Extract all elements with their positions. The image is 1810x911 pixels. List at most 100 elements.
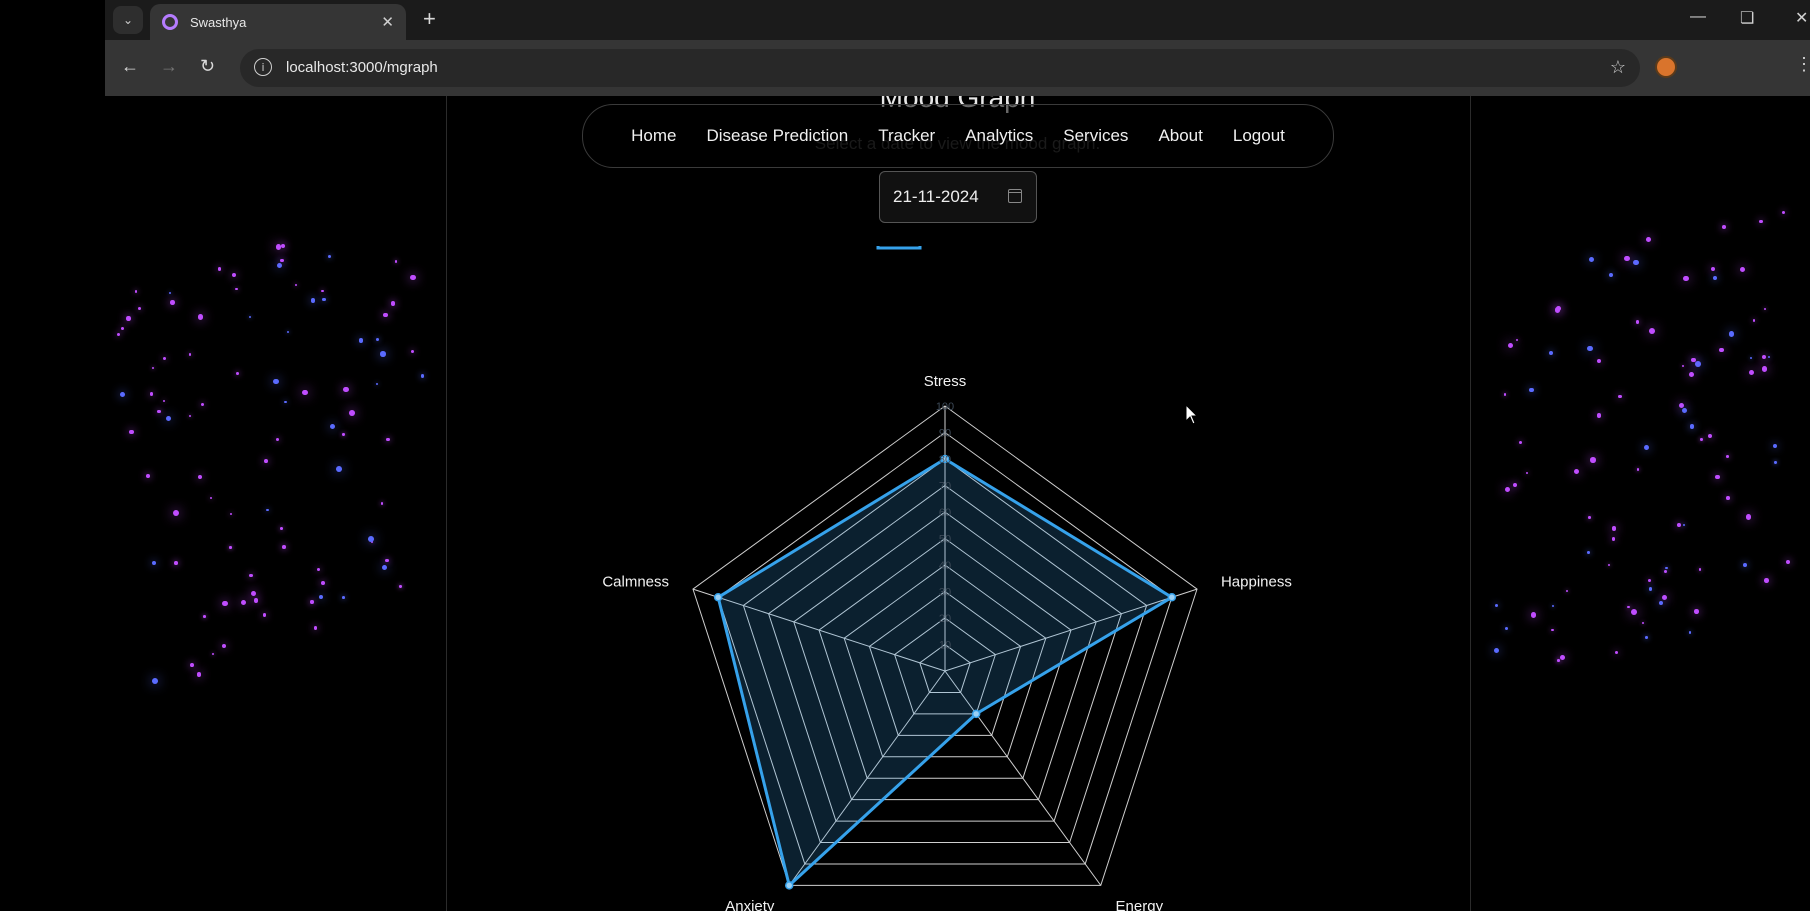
particle-dot [1555,307,1561,313]
particle-dot [399,585,402,588]
particle-dot [1573,468,1579,474]
nav-link-analytics[interactable]: Analytics [965,126,1033,146]
particle-dot [380,351,386,357]
nav-link-tracker[interactable]: Tracker [878,126,935,146]
particle-dot [1749,357,1752,360]
particle-dot [126,316,131,321]
date-picker[interactable]: 21-11-2024 [879,171,1037,223]
particle-dot [196,671,202,677]
nav-link-about[interactable]: About [1158,126,1202,146]
particle-dot [1503,393,1507,396]
particle-dot [222,644,227,649]
back-icon[interactable]: ← [121,56,139,77]
particle-dot [343,387,349,393]
particle-dot [1633,259,1639,265]
address-bar[interactable]: i localhost:3000/mgraph ☆ [240,49,1640,87]
particle-dot [1725,454,1729,458]
particle-dot [1691,357,1696,363]
particle-dot [137,306,142,310]
particle-dot [1645,636,1648,639]
particle-dot [320,580,325,585]
particle-dot [1752,319,1756,322]
particle-dot [162,399,166,403]
particle-dot [1726,496,1730,500]
minimize-icon[interactable]: — [1690,8,1706,26]
forward-icon[interactable]: → [160,56,178,77]
particle-dot [189,663,194,668]
tick-label: 70 [939,481,951,493]
particle-dot [1762,355,1767,360]
data-point-calmness [713,593,723,602]
particle-dot [348,410,355,416]
particle-dot [235,287,239,291]
particle-dot [1596,413,1602,418]
particle-dot [1493,648,1499,654]
particle-dot [1618,394,1622,399]
particle-dot [168,292,171,295]
particle-dot [266,508,270,512]
tick-label: 90 [939,428,951,440]
particle-dot [313,626,318,630]
particle-dot [294,283,298,287]
site-info-icon[interactable]: i [254,58,272,76]
particle-dot [376,338,380,342]
reload-icon[interactable]: ↻ [200,56,215,77]
bookmark-star-icon[interactable]: ☆ [1610,57,1626,78]
particle-dot [1644,445,1650,451]
browser-tab[interactable]: Swasthya ✕ [150,4,406,40]
particle-dot [1587,550,1590,554]
calendar-icon[interactable] [1008,189,1022,203]
tick-label: 60 [939,507,951,519]
particle-dot [342,595,345,599]
menu-kebab-icon[interactable]: ⋮ [1795,54,1810,75]
particle-dot [381,564,387,570]
particle-dot [1614,650,1619,655]
particle-dot [302,389,308,396]
tab-search-icon[interactable]: ⌄ [113,6,143,34]
particle-dot [1707,434,1712,439]
particle-dot [1513,483,1518,488]
particle-dot [1507,342,1514,349]
particle-dot [410,349,415,354]
new-tab-icon[interactable]: + [423,8,436,30]
particle-dot [1586,345,1593,352]
nav-link-logout[interactable]: Logout [1233,126,1285,146]
particle-dot [201,403,205,407]
particle-dot [1611,526,1617,531]
restore-icon[interactable]: ❏ [1740,8,1754,28]
particle-dot [1782,210,1786,215]
main-navbar: Home Disease Prediction Tracker Analytics Se… [582,104,1334,168]
particle-dot [229,546,232,549]
particle-dot [279,527,283,531]
nav-link-disease-prediction[interactable]: Disease Prediction [706,126,848,146]
url-text[interactable]: localhost:3000/mgraph [286,59,438,76]
particle-dot [1661,594,1667,600]
particle-dot [203,615,206,618]
particle-dot [327,255,331,259]
particle-dot [280,258,284,263]
particle-dot [249,573,253,578]
particle-dot [1565,590,1568,593]
particle-dot [1611,537,1616,542]
particle-dot [1658,601,1663,606]
particle-dot [120,326,124,331]
particle-dot [134,290,138,293]
particle-dot [386,437,390,441]
particle-dot [1551,604,1554,607]
close-window-icon[interactable]: ✕ [1795,8,1808,28]
particle-dot [117,332,121,337]
particle-dot [310,298,316,303]
particle-dot [1560,654,1566,660]
particle-dot [189,414,192,418]
particle-dot [1710,267,1715,272]
close-tab-icon[interactable]: ✕ [381,13,394,31]
particle-dot [329,424,336,430]
particle-dot [1690,424,1695,429]
nav-link-home[interactable]: Home [631,126,676,146]
particle-dot [217,266,222,271]
profile-avatar-icon[interactable] [1655,56,1677,78]
particle-dot [1551,628,1554,632]
particle-dot [1739,266,1745,273]
nav-link-services[interactable]: Services [1063,126,1128,146]
date-value[interactable]: 21-11-2024 [893,187,979,207]
